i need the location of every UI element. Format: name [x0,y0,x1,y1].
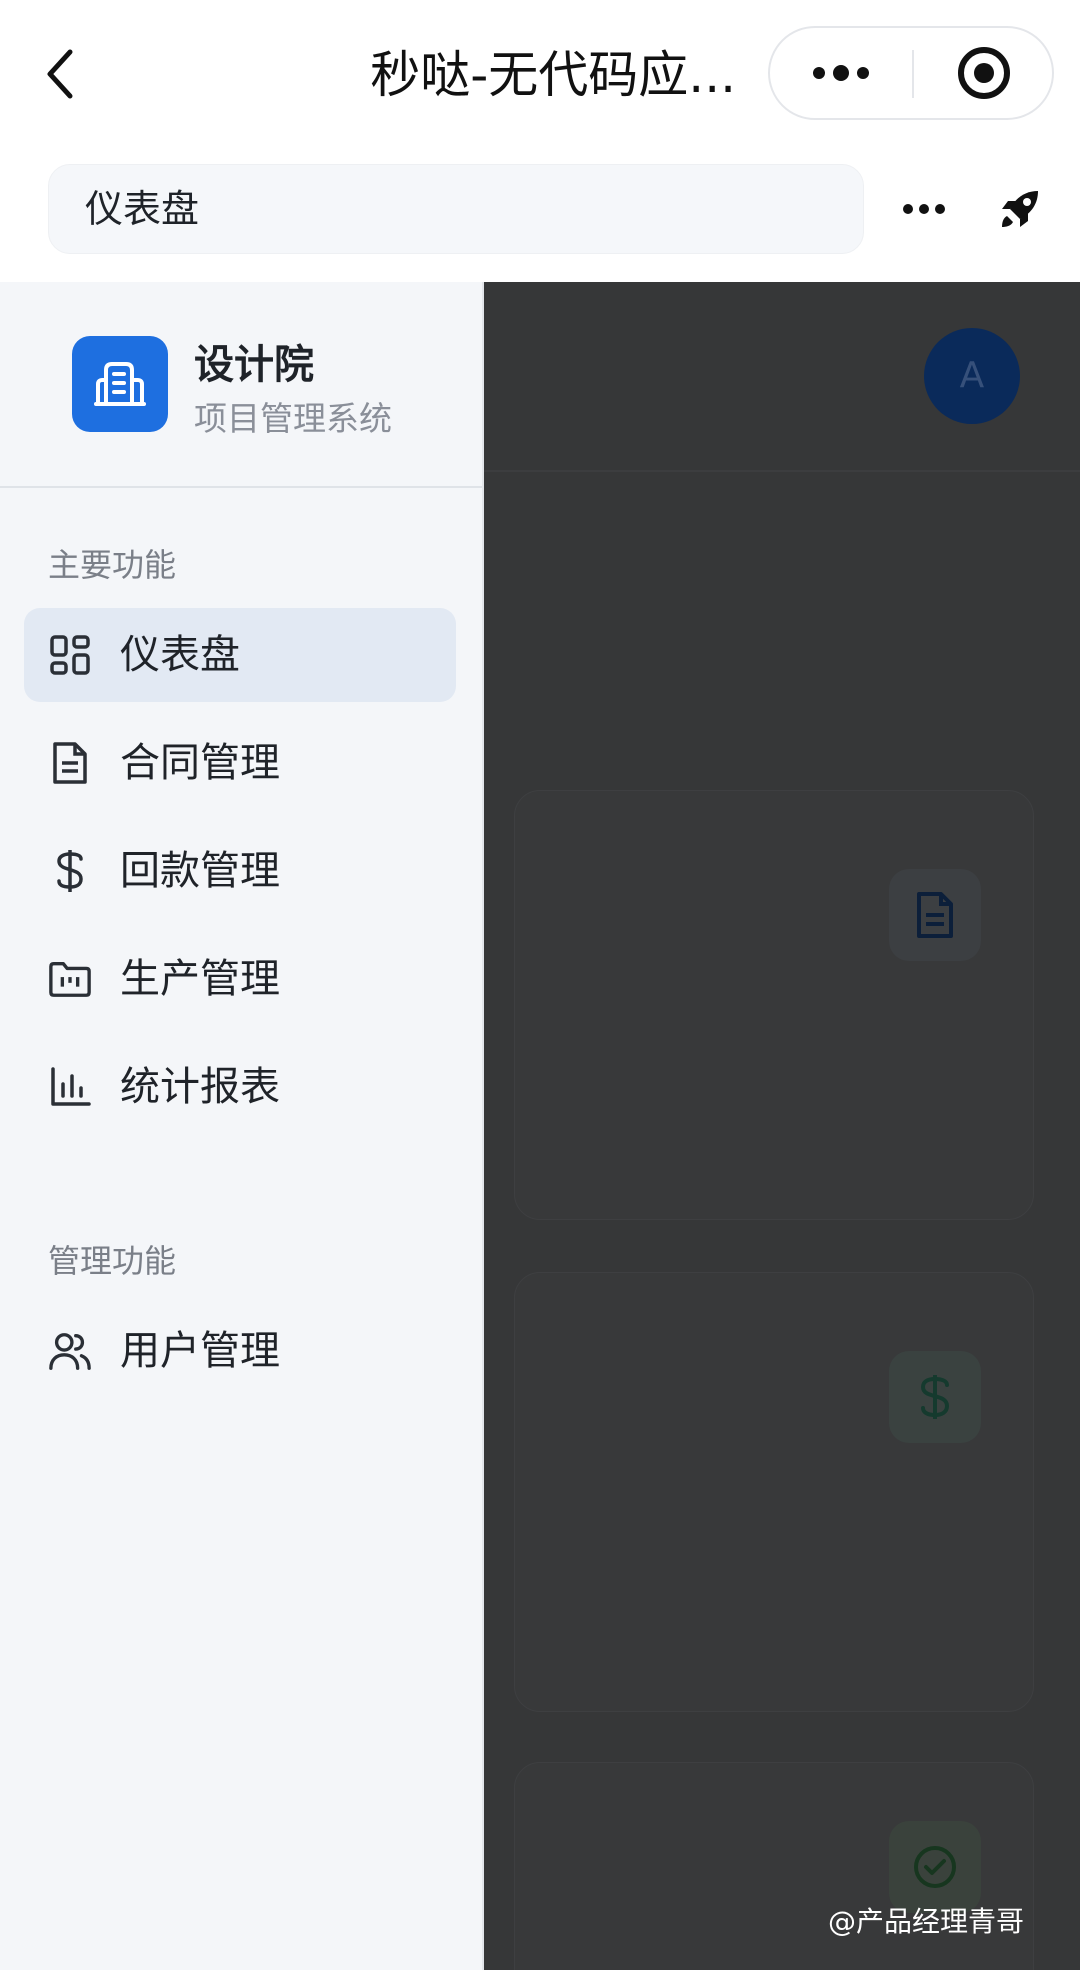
more-button[interactable] [770,28,912,118]
dollar-icon [920,1375,950,1419]
sidebar-item-reports[interactable]: 统计报表 [24,1040,456,1134]
back-button[interactable] [36,44,84,104]
drawer-backdrop[interactable]: A [484,282,1080,1970]
stat-card [514,790,1034,1220]
sidebar-item-production[interactable]: 生产管理 [24,932,456,1026]
app-title: 秒哒-无代码应... [370,46,736,104]
chevron-left-icon [47,49,73,99]
sidebar-item-payments[interactable]: 回款管理 [24,824,456,918]
dollar-icon [48,849,92,893]
avatar: A [924,328,1020,424]
building-icon [94,362,146,406]
sidebar-item-label: 用户管理 [120,1328,280,1374]
sidebar-item-label: 统计报表 [120,1064,280,1110]
target-circle-icon [958,47,1010,99]
watermark: @产品经理青哥 [828,1905,1025,1938]
sidebar-item-label: 回款管理 [120,848,280,894]
section-label-main: 主要功能 [48,546,177,584]
check-circle-icon [914,1846,956,1888]
ellipsis-icon [813,65,869,81]
sidebar-item-label: 生产管理 [120,956,280,1002]
ellipsis-icon [903,204,945,214]
sidebar-item-dashboard[interactable]: 仪表盘 [24,608,456,702]
brand-header: 设计院 项目管理系统 [0,282,482,488]
document-icon [917,892,953,938]
section-label-admin: 管理功能 [48,1242,177,1280]
sidebar-item-label: 合同管理 [120,740,280,786]
sidebar-drawer: 设计院 项目管理系统 主要功能 仪表盘 合同管理 回款管理 生产管理 统计报表 … [0,282,484,1970]
stat-card-icon [889,869,981,961]
header-more-button[interactable] [894,174,954,244]
mini-program-navbar: 秒哒-无代码应... [0,0,1080,150]
capsule-menu [768,26,1054,120]
close-miniprogram-button[interactable] [914,28,1054,118]
page-title: 仪表盘 [48,164,864,254]
brand-subtitle: 项目管理系统 [194,399,392,438]
page-header: 仪表盘 [0,150,1080,282]
folder-kanban-icon [48,957,92,1001]
document-icon [48,741,92,785]
users-icon [48,1329,92,1373]
stat-card-icon [889,1351,981,1443]
rocket-button[interactable] [990,174,1050,244]
brand-name: 设计院 [194,342,314,388]
sidebar-item-label: 仪表盘 [120,632,240,678]
dashboard-grid-icon [48,633,92,677]
stat-card [514,1272,1034,1712]
sidebar-item-contracts[interactable]: 合同管理 [24,716,456,810]
sidebar-item-users[interactable]: 用户管理 [24,1304,456,1398]
header-divider [484,470,1080,472]
rocket-icon [1002,191,1038,227]
bar-chart-icon [48,1065,92,1109]
brand-logo [72,336,168,432]
